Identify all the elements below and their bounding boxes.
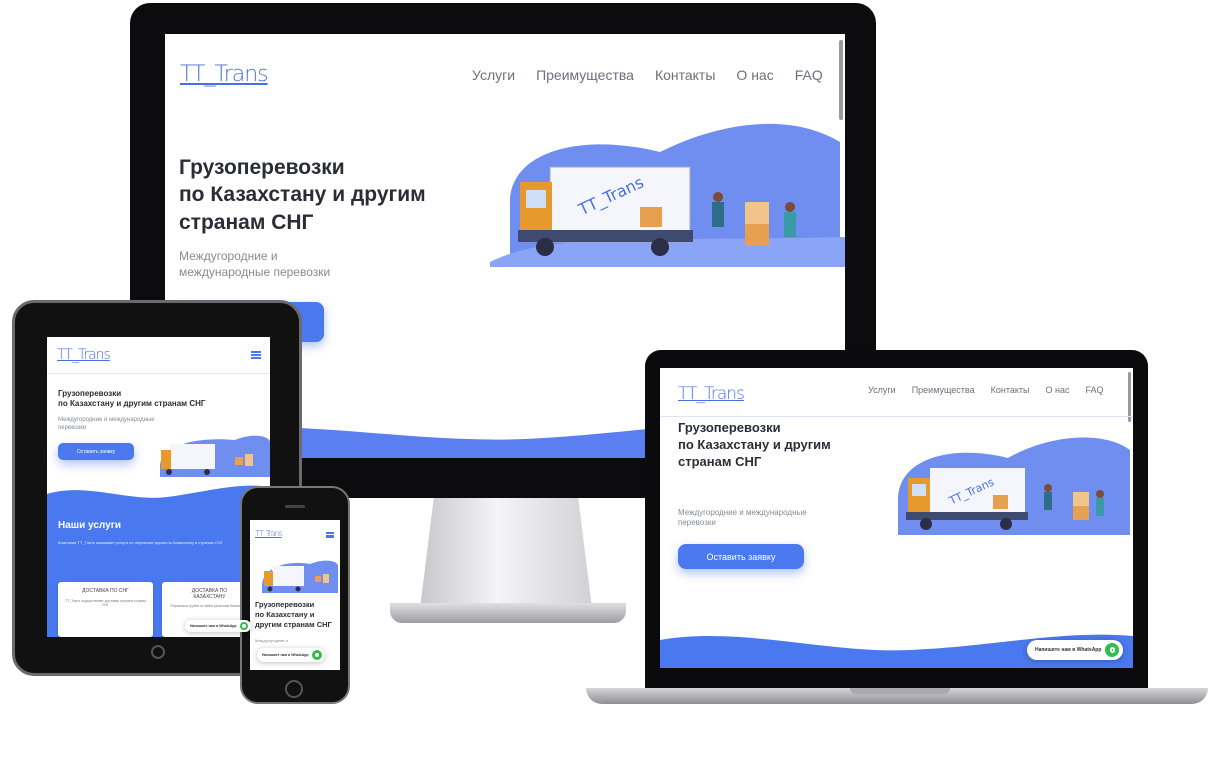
scrollbar[interactable] xyxy=(839,40,843,120)
laptop-hero-title: Грузоперевозки по Казахстану и другим ст… xyxy=(678,420,831,469)
nav-item-about[interactable]: О нас xyxy=(736,67,773,83)
phone-truck-illustration xyxy=(262,560,338,593)
phone-screen: TT_Trans Грузоперевозки по Казахстану и … xyxy=(250,520,340,670)
nav-item-faq[interactable]: FAQ xyxy=(1085,385,1103,395)
phone-whatsapp-chat-button[interactable]: Напишите нам в WhatsApp xyxy=(257,648,325,662)
whatsapp-icon xyxy=(1105,643,1120,657)
nav-item-services[interactable]: Услуги xyxy=(472,67,515,83)
card-title: ДОСТАВКА ПО СНГ xyxy=(82,588,129,594)
services-section: Наши услуги Компания TT_Trans оказывает … xyxy=(47,512,270,637)
whatsapp-icon xyxy=(311,650,322,660)
tablet-screen: TT_Trans Грузоперевозки по Казахстану и … xyxy=(47,337,270,637)
header-divider xyxy=(660,416,1133,417)
tablet-cta-button[interactable]: Оставить заявку xyxy=(58,443,134,460)
tablet-hero-subtitle: Междугородние и международные перевозки xyxy=(58,417,155,431)
whatsapp-chat-button[interactable]: Напишите нам в WhatsApp xyxy=(1027,640,1124,660)
laptop-cta-button[interactable]: Оставить заявку xyxy=(678,544,804,569)
phone-hero-subtitle: Междугородние и xyxy=(255,638,288,643)
phone-hero-title: Грузоперевозки по Казахстану и другим ст… xyxy=(255,600,332,630)
laptop-nav: Услуги Преимущества Контакты О нас FAQ xyxy=(868,385,1103,395)
phone-logo[interactable]: TT_Trans xyxy=(255,529,283,538)
nav-item-contacts[interactable]: Контакты xyxy=(991,385,1030,395)
nav-item-services[interactable]: Услуги xyxy=(868,385,896,395)
hero-subtitle: Междугородние и международные перевозки xyxy=(179,249,331,279)
nav-item-advantages[interactable]: Преимущества xyxy=(536,67,634,83)
card-text: Перевозка грузов по всем регионам Казахс… xyxy=(170,604,249,608)
chat-label: Напишите нам в WhatsApp xyxy=(190,624,237,628)
laptop-screen: TT_Trans Услуги Преимущества Контакты О … xyxy=(660,368,1133,668)
card-text: TT_Trans осуществляет доставку грузов в … xyxy=(65,599,146,607)
services-title: Наши услуги xyxy=(58,520,122,531)
services-intro: Компания TT_Trans оказывает услуги по пе… xyxy=(58,540,223,545)
service-card-cis[interactable]: ДОСТАВКА ПО СНГ TT_Trans осуществляет до… xyxy=(58,582,153,637)
scrollbar[interactable] xyxy=(1128,372,1131,422)
chat-label: Напишите нам в WhatsApp xyxy=(262,653,309,657)
imac-stand xyxy=(420,498,592,608)
menu-icon[interactable] xyxy=(251,351,261,359)
logo[interactable]: TT_Trans xyxy=(180,62,269,87)
header-divider xyxy=(47,373,270,374)
tablet-home-button xyxy=(151,645,165,659)
laptop-truck-illustration: TT_Trans xyxy=(898,437,1130,535)
menu-icon[interactable] xyxy=(326,532,334,538)
laptop-notch xyxy=(850,688,950,694)
phone-speaker xyxy=(285,505,305,508)
main-nav: Услуги Преимущества Контакты О нас FAQ xyxy=(472,67,823,83)
whatsapp-icon xyxy=(239,622,248,630)
phone-home-button xyxy=(285,680,303,698)
hero-title: Грузоперевозки по Казахстану и другим ст… xyxy=(179,156,426,234)
laptop-hero-subtitle: Междугородние и международные перевозки xyxy=(678,508,807,528)
laptop-logo[interactable]: TT_Trans xyxy=(678,384,745,404)
tablet-logo[interactable]: TT_Trans xyxy=(57,347,111,363)
truck-illustration: TT_Trans xyxy=(490,123,845,267)
tablet-hero-title: Грузоперевозки по Казахстану и другим ст… xyxy=(58,389,206,409)
chat-label: Напишите нам в WhatsApp xyxy=(1035,647,1102,653)
nav-item-contacts[interactable]: Контакты xyxy=(655,67,715,83)
nav-item-about[interactable]: О нас xyxy=(1045,385,1069,395)
tablet-whatsapp-chat-button[interactable]: Напишите нам в WhatsApp xyxy=(185,620,251,632)
imac-stand-base xyxy=(390,603,626,623)
nav-item-faq[interactable]: FAQ xyxy=(795,67,823,83)
nav-item-advantages[interactable]: Преимущества xyxy=(912,385,975,395)
tablet-truck-illustration xyxy=(160,435,270,477)
